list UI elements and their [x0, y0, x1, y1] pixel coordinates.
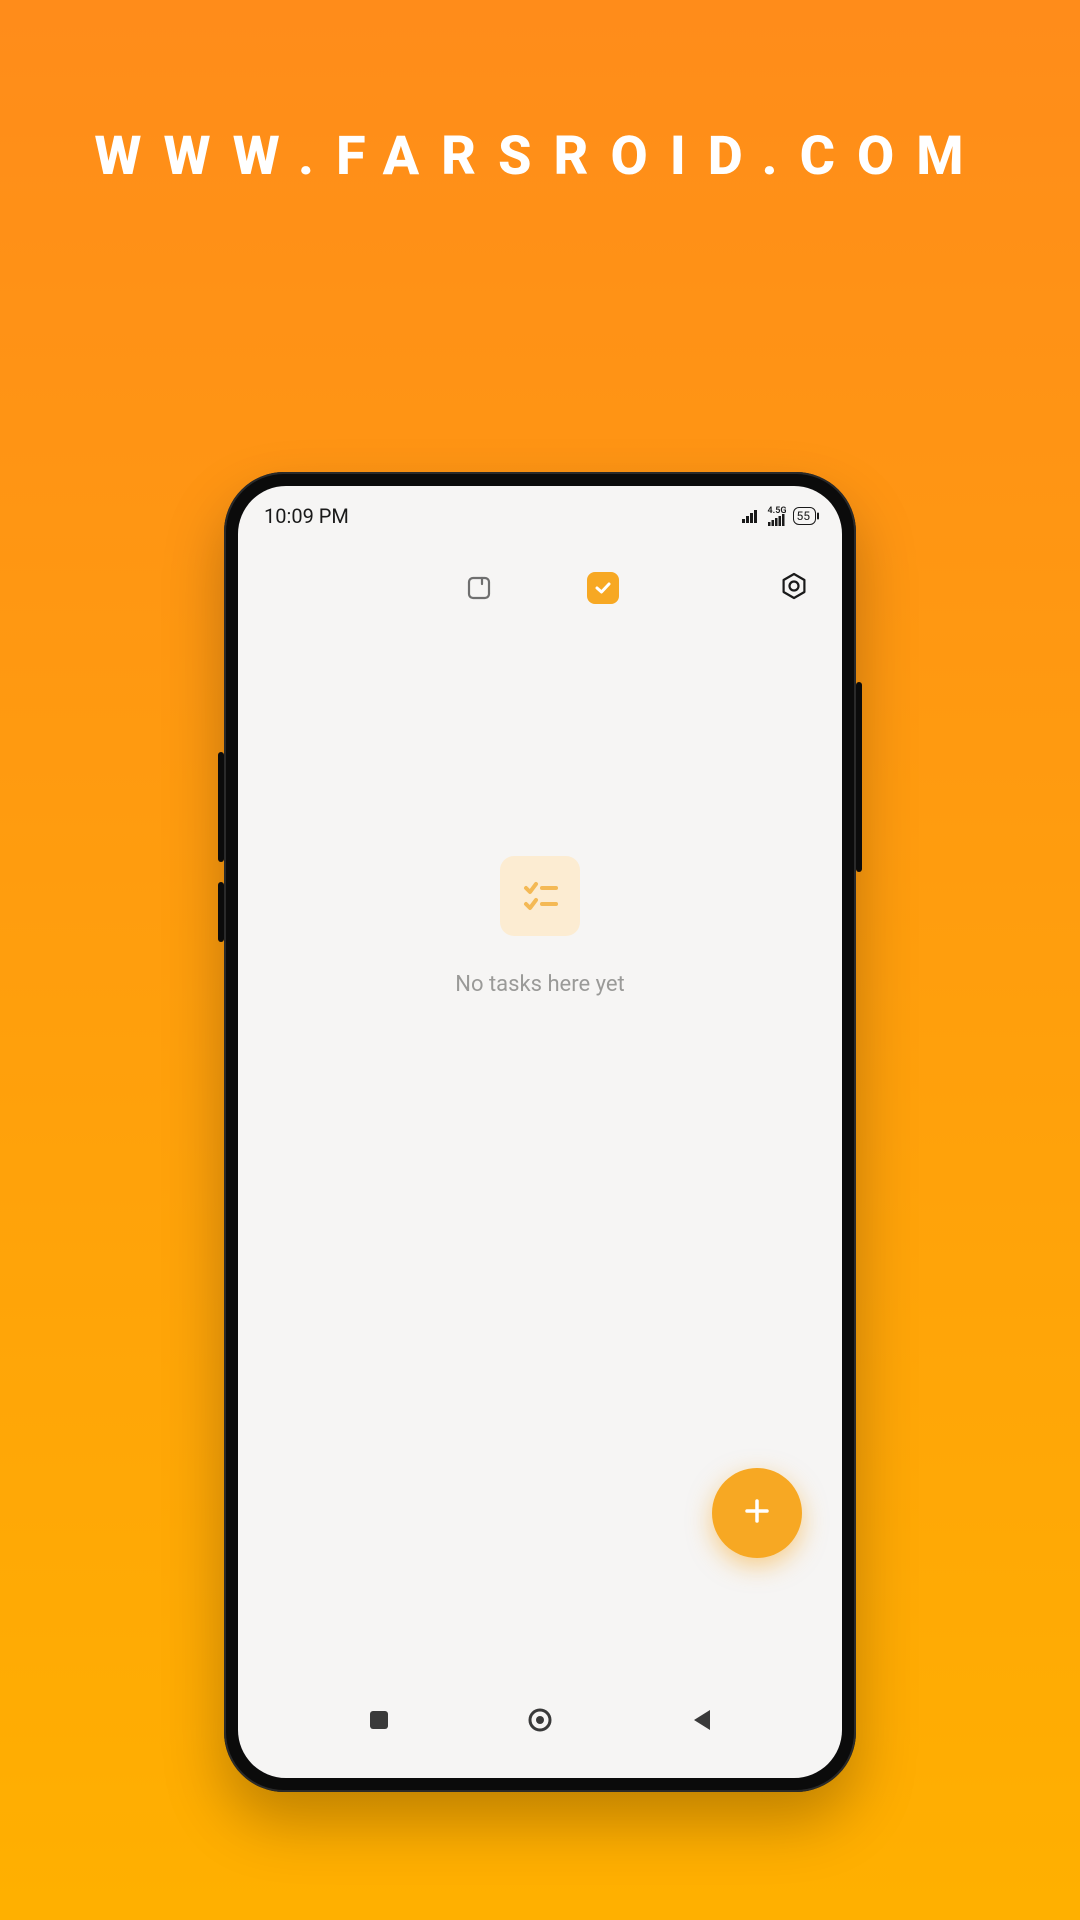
status-bar: 10:09 PM 4.5G: [238, 494, 842, 538]
watermark-text: WWW.FARSROID.COM: [94, 125, 985, 188]
battery-level: 55: [797, 509, 811, 523]
nav-back-button[interactable]: [681, 1702, 721, 1742]
nav-recents-button[interactable]: [359, 1702, 399, 1742]
top-tab-bar: [238, 570, 842, 606]
square-icon: [368, 1709, 390, 1735]
settings-button[interactable]: [776, 570, 812, 606]
gear-icon: [779, 571, 809, 605]
android-nav-bar: [238, 1688, 842, 1778]
empty-tasks-icon: [500, 856, 580, 936]
phone-frame: 10:09 PM 4.5G: [224, 472, 856, 1792]
status-time: 10:09 PM: [264, 504, 349, 528]
circle-icon: [527, 1707, 553, 1737]
battery-indicator: 55: [793, 507, 817, 525]
volume-down-button: [218, 882, 224, 942]
tab-notes[interactable]: [461, 570, 497, 606]
signal-icon: [742, 509, 762, 523]
triangle-back-icon: [690, 1708, 712, 1736]
check-icon: [593, 578, 613, 598]
add-task-button[interactable]: [712, 1468, 802, 1558]
note-icon: [465, 574, 493, 602]
volume-up-button: [218, 752, 224, 862]
tab-tasks[interactable]: [587, 572, 619, 604]
data-signal-icon: [768, 514, 786, 526]
nav-home-button[interactable]: [520, 1702, 560, 1742]
phone-screen: 10:09 PM 4.5G: [238, 486, 842, 1778]
plus-icon: [739, 1493, 775, 1533]
status-right: 4.5G 55: [742, 506, 816, 526]
power-button: [856, 682, 862, 872]
empty-state-text: No tasks here yet: [455, 972, 624, 997]
main-content: No tasks here yet: [238, 606, 842, 1688]
status-network: 4.5G: [768, 506, 787, 526]
